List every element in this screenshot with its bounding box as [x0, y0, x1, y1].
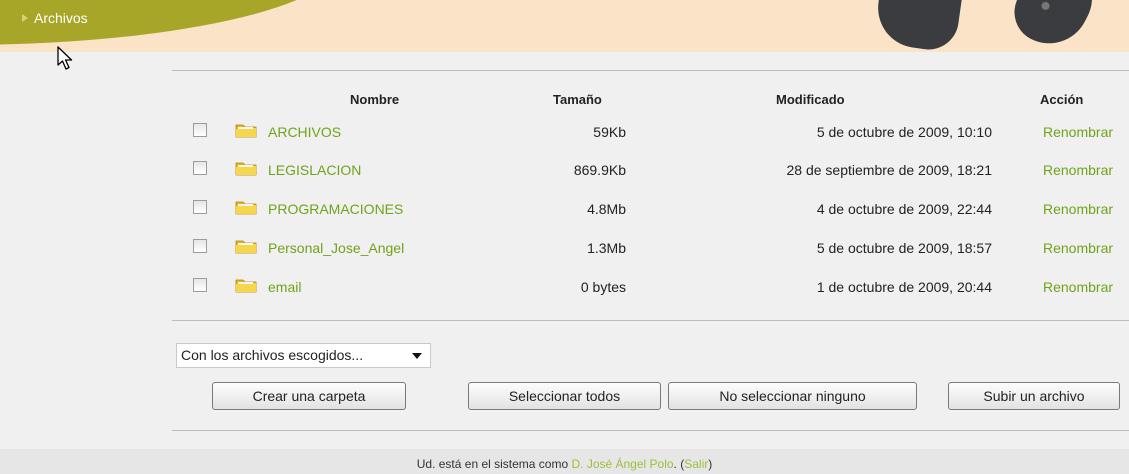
file-modified-date: 5 de octubre de 2009, 18:57	[816, 240, 992, 256]
rename-link[interactable]: Renombrar	[1043, 240, 1113, 256]
banner-decoration	[1003, 0, 1107, 52]
file-modified-date: 1 de octubre de 2009, 20:44	[816, 279, 992, 295]
column-header-size[interactable]: Tamaño	[553, 92, 602, 107]
table-row: LEGISLACION 869.9Kb 28 de septiembre de 20…	[0, 158, 1129, 184]
breadcrumb-arrow-icon	[22, 14, 28, 22]
file-modified-date: 5 de octubre de 2009, 10:10	[816, 124, 992, 140]
select-none-button[interactable]: No seleccionar ninguno	[668, 382, 917, 410]
footer-text: . (	[673, 457, 685, 471]
folder-link[interactable]: email	[268, 279, 301, 295]
create-folder-button[interactable]: Crear una carpeta	[212, 382, 406, 410]
logout-link[interactable]: Salir	[684, 457, 708, 471]
header-banner: Archivos	[0, 0, 1129, 52]
table-row: ARCHIVOS 59Kb 5 de octubre de 2009, 10:10 R…	[0, 120, 1129, 146]
file-size: 4.8Mb	[587, 201, 626, 217]
breadcrumb[interactable]: Archivos	[22, 10, 88, 26]
footer-login-info: Ud. está en el sistema como D. José Ánge…	[0, 449, 1129, 474]
file-size: 869.9Kb	[573, 162, 626, 178]
table-row: PROGRAMACIONES 4.8Mb 4 de octubre de 2009,…	[0, 197, 1129, 223]
column-header-name[interactable]: Nombre	[350, 92, 399, 107]
file-modified-date: 4 de octubre de 2009, 22:44	[816, 201, 992, 217]
column-header-modified[interactable]: Modificado	[776, 92, 845, 107]
bulk-action-selected: Con los archivos escogidos...	[181, 347, 364, 363]
file-modified-date: 28 de septiembre de 2009, 18:21	[786, 162, 993, 178]
folder-link[interactable]: ARCHIVOS	[268, 124, 341, 140]
row-checkbox[interactable]	[193, 123, 207, 137]
upload-file-button[interactable]: Subir un archivo	[948, 382, 1120, 410]
divider	[172, 70, 1129, 71]
row-checkbox[interactable]	[193, 161, 207, 175]
rename-link[interactable]: Renombrar	[1043, 201, 1113, 217]
file-size: 1.3Mb	[587, 240, 626, 256]
folder-link[interactable]: PROGRAMACIONES	[268, 201, 403, 217]
folder-icon	[235, 279, 257, 293]
folder-icon	[235, 162, 257, 176]
bulk-action-select[interactable]: Con los archivos escogidos...	[176, 343, 431, 368]
select-all-button[interactable]: Seleccionar todos	[468, 382, 661, 410]
folder-icon	[235, 201, 257, 215]
rename-link[interactable]: Renombrar	[1043, 162, 1113, 178]
rename-link[interactable]: Renombrar	[1043, 279, 1113, 295]
folder-link[interactable]: LEGISLACION	[268, 162, 361, 178]
column-header-action: Acción	[1040, 92, 1084, 107]
table-row: Personal_Jose_Angel 1.3Mb 5 de octubre de …	[0, 236, 1129, 262]
file-size: 59Kb	[593, 124, 626, 140]
divider	[172, 320, 1129, 321]
row-checkbox[interactable]	[193, 239, 207, 253]
footer-text: Ud. está en el sistema como	[416, 457, 572, 471]
file-size: 0 bytes	[580, 279, 626, 295]
banner-decoration	[872, 0, 966, 52]
folder-icon	[235, 124, 257, 138]
folder-icon	[235, 240, 257, 254]
mouse-pointer-icon	[57, 46, 73, 70]
chevron-down-icon	[412, 353, 422, 359]
row-checkbox[interactable]	[193, 278, 207, 292]
rename-link[interactable]: Renombrar	[1043, 124, 1113, 140]
table-row: email 0 bytes 1 de octubre de 2009, 20:44 R…	[0, 275, 1129, 301]
divider	[172, 430, 1129, 431]
breadcrumb-label[interactable]: Archivos	[34, 10, 88, 26]
folder-link[interactable]: Personal_Jose_Angel	[268, 240, 404, 256]
footer-text: )	[708, 457, 713, 471]
row-checkbox[interactable]	[193, 200, 207, 214]
user-profile-link[interactable]: D. José Ángel Polo	[571, 457, 673, 471]
